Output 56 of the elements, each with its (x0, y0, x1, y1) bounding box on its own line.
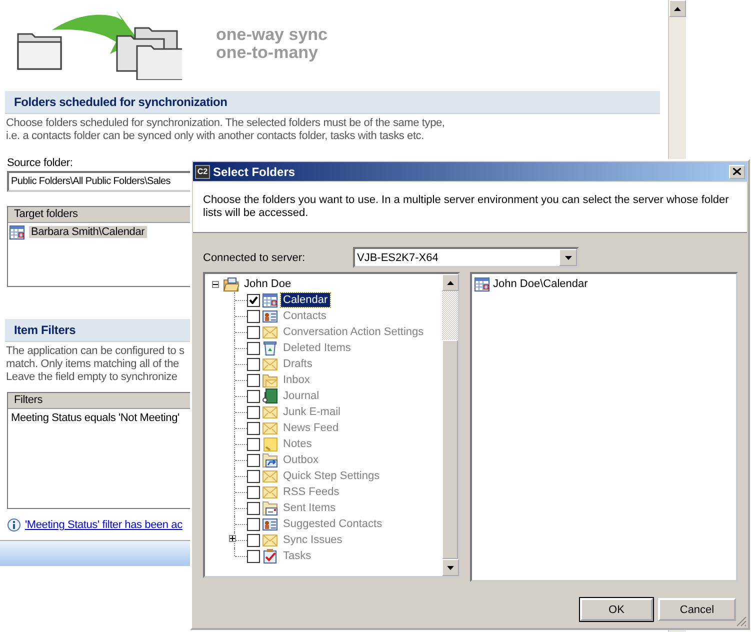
field-label: Connected to server: (203, 252, 306, 264)
field-label: Source folder: (7, 157, 74, 169)
tree-item[interactable]: Calendar (281, 293, 330, 307)
minus-icon (213, 282, 218, 286)
up-arrow-icon (447, 280, 454, 284)
list-item[interactable]: John Doe\Calendar (493, 278, 588, 290)
trash-bin-icon (262, 340, 278, 356)
cancel-button[interactable]: Cancel (658, 598, 736, 621)
server-dropdown[interactable]: VJB-ES2K7-X64 (353, 247, 579, 268)
dialog-description: Choose the folders you want to use. In a multiple server environment you can select the server whose folder lists will be accessed. (193, 182, 747, 233)
section-title: Folders scheduled for synchronization (5, 91, 660, 114)
tree-item[interactable]: John Doe (242, 277, 294, 291)
open-folder-icon (223, 276, 239, 292)
envelope-icon (262, 532, 278, 548)
envelope-icon (262, 468, 278, 484)
scrollbar-thumb[interactable] (442, 340, 458, 559)
envelope-icon (262, 484, 278, 500)
envelope-icon (262, 324, 278, 340)
tagline: one-way sync one-to-many (216, 26, 328, 62)
checkbox[interactable] (247, 294, 260, 306)
ok-button[interactable]: OK (580, 598, 653, 621)
folder-envelope-icon (262, 372, 278, 388)
envelope-icon (262, 356, 278, 372)
calendar-icon (262, 292, 278, 308)
scroll-up-button[interactable] (669, 0, 686, 17)
list-item[interactable]: Meeting Status equals 'Not Meeting' (9, 412, 182, 424)
contact-card-icon (262, 308, 278, 324)
folder-arrow-icon (262, 452, 278, 468)
book-icon (262, 388, 278, 404)
caret-icon (564, 256, 572, 260)
calendar-icon (9, 224, 25, 240)
contact-card-icon (262, 516, 278, 532)
section-description: The application can be configured to s match. Only items matching all of the Leave the field empty to synchronize (6, 345, 186, 384)
section-description: Choose folders scheduled for synchronization. The selected folders must be of the same type, i.e. a contacts folder can be synced only with another contacts folder, tasks with tasks etc. (6, 117, 446, 143)
list-item[interactable]: Barbara Smith\Calendar (29, 226, 147, 238)
envelope-icon (262, 420, 278, 436)
calendar-icon (474, 276, 490, 292)
close-button[interactable] (729, 164, 745, 178)
plus-icon (230, 536, 235, 541)
close-icon (733, 168, 741, 175)
down-arrow-icon (447, 566, 454, 570)
up-arrow-icon (674, 6, 681, 10)
window-title: Select Folders (213, 164, 296, 178)
scroll-down-button[interactable] (442, 559, 459, 576)
info-icon (7, 518, 21, 532)
resize-grip-icon (736, 616, 747, 627)
folder-letter-icon (262, 500, 278, 516)
envelope-icon (262, 404, 278, 420)
note-icon (262, 436, 278, 452)
expander-button[interactable] (212, 280, 219, 288)
app-icon: C2 (195, 164, 210, 178)
scroll-up-button[interactable] (442, 274, 459, 291)
clipboard-check-icon (262, 548, 278, 564)
info-link[interactable]: 'Meeting Status' filter has been ac (25, 519, 182, 531)
check-icon (249, 296, 258, 304)
dropdown-value: VJB-ES2K7-X64 (357, 252, 438, 264)
